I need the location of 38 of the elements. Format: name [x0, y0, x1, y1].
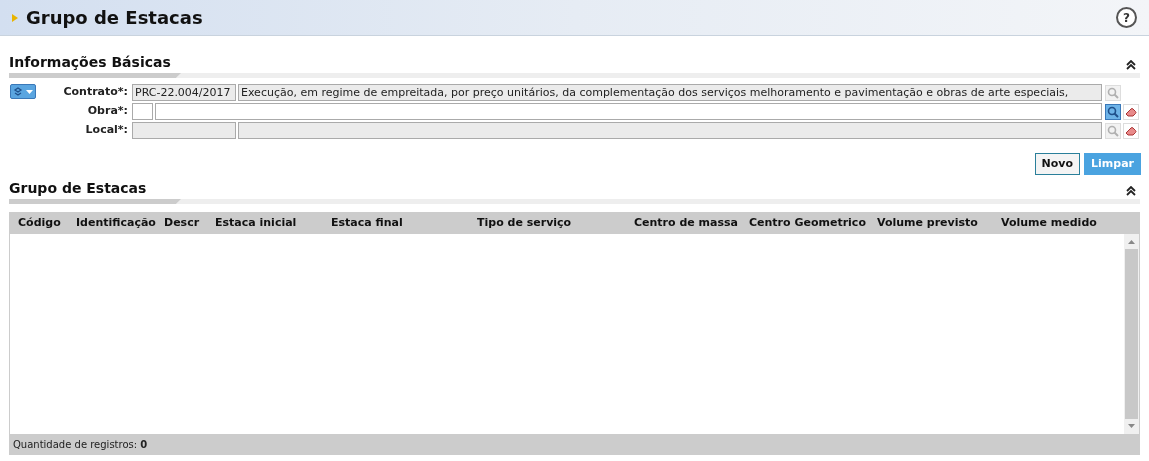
collapse-icon[interactable] — [1126, 60, 1136, 70]
input-field[interactable] — [155, 103, 1102, 120]
collapse-icon[interactable] — [1126, 186, 1136, 196]
search-icon — [1107, 124, 1119, 137]
scroll-down-icon[interactable] — [1128, 424, 1135, 428]
column-header[interactable]: Tipo de serviço — [477, 215, 634, 232]
section-title: Informações Básicas — [9, 53, 171, 72]
search-icon — [1107, 105, 1119, 118]
column-header[interactable]: Código — [18, 215, 76, 232]
page-title: Grupo de Estacas — [26, 6, 203, 30]
clear-button[interactable] — [1123, 122, 1139, 139]
help-button[interactable]: ? — [1116, 7, 1137, 28]
chevron-icon — [12, 13, 18, 22]
column-header[interactable]: Centro de massa — [634, 215, 749, 232]
search-icon — [1107, 86, 1119, 99]
clear-button[interactable] — [1123, 103, 1139, 120]
caret-icon — [26, 89, 33, 94]
eraser-icon — [1125, 125, 1137, 136]
column-header[interactable]: Centro Geometrico — [749, 215, 877, 232]
column-header[interactable]: Estaca final — [331, 215, 477, 232]
options-dropdown-button[interactable] — [10, 84, 36, 99]
field-label: Local*: — [84, 122, 129, 139]
field-label: Contrato*: — [62, 84, 129, 101]
column-header[interactable]: Volume medido — [1001, 215, 1111, 232]
record-count: Quantidade de registros: 0 — [13, 437, 148, 452]
column-header[interactable]: Identificação — [76, 215, 164, 232]
section-title: Grupo de Estacas — [9, 179, 147, 198]
column-header[interactable]: Descr — [164, 215, 215, 232]
new-button[interactable]: Novo — [1034, 153, 1081, 175]
eraser-icon — [1125, 106, 1137, 117]
scroll-up-icon[interactable] — [1128, 240, 1135, 244]
layers-icon — [12, 85, 24, 98]
scrollbar[interactable] — [1124, 234, 1139, 434]
input-field[interactable] — [132, 103, 153, 120]
column-header[interactable]: Volume previsto — [877, 215, 1001, 232]
column-header[interactable]: Estaca inicial — [215, 215, 331, 232]
field-label: Obra*: — [86, 103, 129, 120]
search-button[interactable] — [1105, 103, 1121, 120]
